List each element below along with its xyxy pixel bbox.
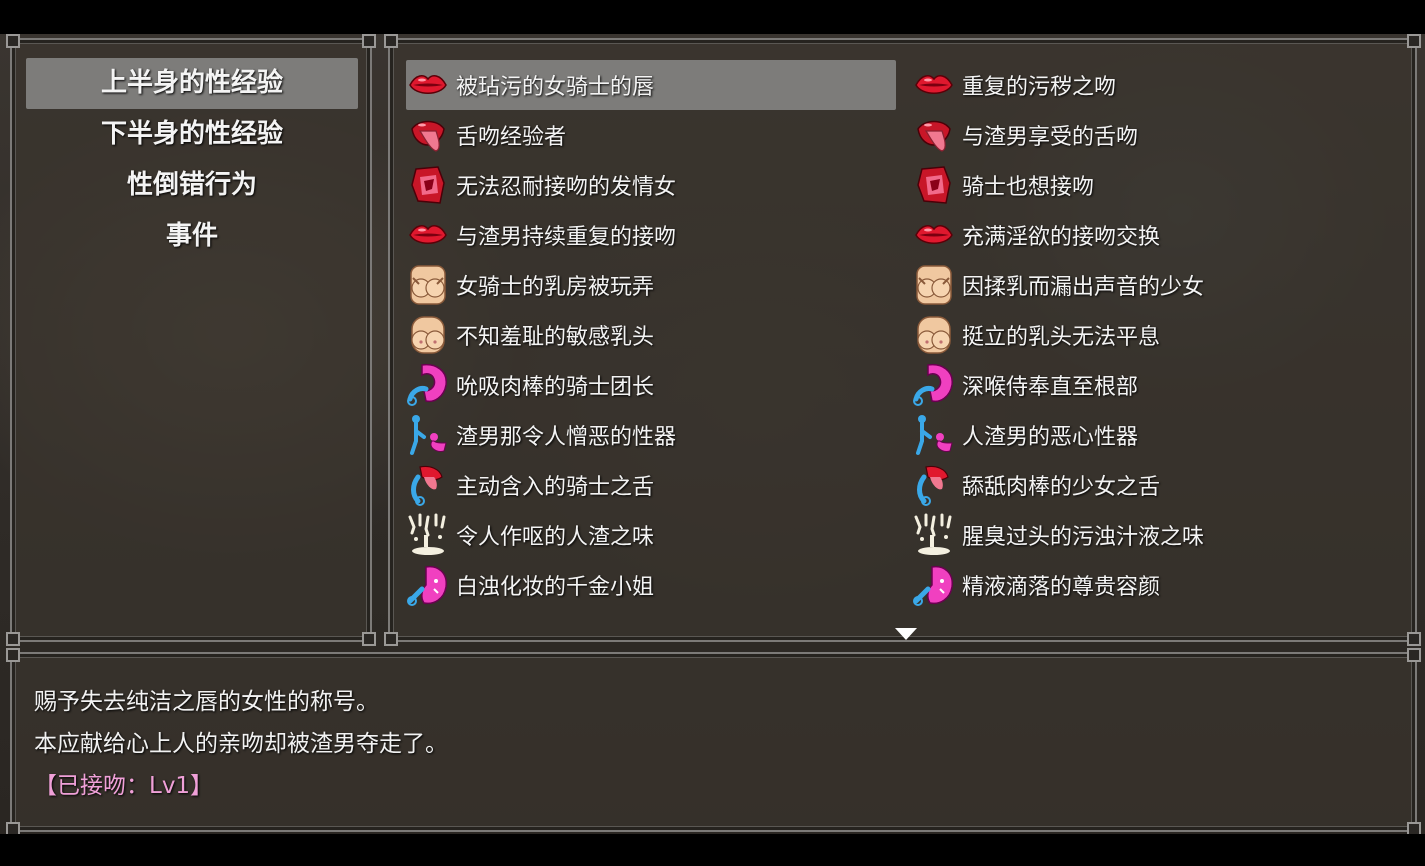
panel-corner — [6, 648, 20, 662]
face-pink-icon — [406, 563, 450, 607]
tongue-icon — [912, 113, 956, 157]
skill-item[interactable]: 腥臭过头的污浊汁液之味 — [912, 510, 1402, 560]
skill-item[interactable]: 舌吻经验者 — [406, 110, 896, 160]
skill-item[interactable]: 吮吸肉棒的骑士团长 — [406, 360, 896, 410]
skill-item[interactable]: 女骑士的乳房被玩弄 — [406, 260, 896, 310]
breast-hands-icon — [406, 263, 450, 307]
skill-label: 令人作呕的人渣之味 — [456, 525, 655, 550]
panel-corner — [1407, 648, 1421, 662]
description-line-1: 赐予失去纯洁之唇的女性的称号。 — [34, 689, 379, 715]
skill-item[interactable]: 重复的污秽之吻 — [912, 60, 1402, 110]
lips-icon — [912, 213, 956, 257]
kiss-mouth-icon — [912, 163, 956, 207]
scroll-down-arrow-icon[interactable] — [895, 628, 917, 640]
panel-corner — [6, 34, 20, 48]
skill-item[interactable]: 挺立的乳头无法平息 — [912, 310, 1402, 360]
panel-corner — [362, 34, 376, 48]
splash-icon — [406, 513, 450, 557]
category-panel: 上半身的性经验 下半身的性经验 性倒错行为 事件 — [6, 34, 376, 646]
skill-label: 重复的污秽之吻 — [962, 75, 1117, 100]
skill-label: 不知羞耻的敏感乳头 — [456, 325, 655, 350]
kiss-mouth-icon — [406, 163, 450, 207]
skill-item[interactable]: 令人作呕的人渣之味 — [406, 510, 896, 560]
category-list: 上半身的性经验 下半身的性经验 性倒错行为 事件 — [26, 58, 358, 262]
skill-label: 舌吻经验者 — [456, 125, 567, 150]
kneeling-figure-icon — [912, 413, 956, 457]
skill-label: 被玷污的女骑士的唇 — [456, 75, 655, 100]
skill-label: 吮吸肉棒的骑士团长 — [456, 375, 655, 400]
breast-hands-icon — [912, 263, 956, 307]
panel-corner — [362, 632, 376, 646]
tongue-icon — [406, 113, 450, 157]
skill-label: 精液滴落的尊贵容颜 — [962, 575, 1161, 600]
oral-pink-icon — [912, 363, 956, 407]
skill-item[interactable]: 主动含入的骑士之舌 — [406, 460, 896, 510]
skill-label: 舔舐肉棒的少女之舌 — [962, 475, 1161, 500]
skill-label: 人渣男的恶心性器 — [962, 425, 1139, 450]
skills-panel: 被玷污的女骑士的唇 重复的污秽之吻舌吻经验者 与渣男享受的舌吻无法忍耐接吻的发情女 骑… — [384, 34, 1421, 646]
panel-corner — [6, 632, 20, 646]
panel-corner — [384, 34, 398, 48]
skill-item[interactable]: 无法忍耐接吻的发情女 — [406, 160, 896, 210]
panel-corner — [384, 632, 398, 646]
splash-icon — [912, 513, 956, 557]
skill-item[interactable]: 精液滴落的尊贵容颜 — [912, 560, 1402, 610]
kneeling-figure-icon — [406, 413, 450, 457]
skill-item[interactable]: 深喉侍奉直至根部 — [912, 360, 1402, 410]
skill-label: 与渣男持续重复的接吻 — [456, 225, 677, 250]
skill-grid: 被玷污的女骑士的唇 重复的污秽之吻舌吻经验者 与渣男享受的舌吻无法忍耐接吻的发情女 骑… — [406, 60, 1406, 610]
skill-item[interactable]: 人渣男的恶心性器 — [912, 410, 1402, 460]
skill-item[interactable]: 因揉乳而漏出声音的少女 — [912, 260, 1402, 310]
tongue-blue-icon — [912, 463, 956, 507]
skill-item[interactable]: 不知羞耻的敏感乳头 — [406, 310, 896, 360]
category-item[interactable]: 上半身的性经验 — [26, 58, 358, 109]
skill-label: 与渣男享受的舌吻 — [962, 125, 1139, 150]
status-text: 【已接吻：Lv1】 — [34, 773, 214, 799]
skill-item[interactable]: 充满淫欲的接吻交换 — [912, 210, 1402, 260]
category-item[interactable]: 事件 — [26, 211, 358, 262]
lips-icon — [406, 63, 450, 107]
skill-label: 主动含入的骑士之舌 — [456, 475, 655, 500]
breast-icon — [912, 313, 956, 357]
skill-item[interactable]: 白浊化妆的千金小姐 — [406, 560, 896, 610]
panel-corner — [1407, 34, 1421, 48]
skill-label: 充满淫欲的接吻交换 — [962, 225, 1161, 250]
skill-label: 因揉乳而漏出声音的少女 — [962, 275, 1205, 300]
description-panel: 赐予失去纯洁之唇的女性的称号。 本应献给心上人的亲吻却被渣男夺走了。 【已接吻：… — [6, 648, 1421, 836]
skill-item[interactable]: 与渣男享受的舌吻 — [912, 110, 1402, 160]
letterbox-bottom — [0, 834, 1425, 866]
skill-label: 深喉侍奉直至根部 — [962, 375, 1139, 400]
skill-item[interactable]: 骑士也想接吻 — [912, 160, 1402, 210]
skill-label: 无法忍耐接吻的发情女 — [456, 175, 677, 200]
oral-pink-icon — [406, 363, 450, 407]
tongue-blue-icon — [406, 463, 450, 507]
description-line-2: 本应献给心上人的亲吻却被渣男夺走了。 — [34, 731, 448, 757]
category-item[interactable]: 下半身的性经验 — [26, 109, 358, 160]
skill-item[interactable]: 渣男那令人憎恶的性器 — [406, 410, 896, 460]
skill-label: 渣男那令人憎恶的性器 — [456, 425, 677, 450]
category-item[interactable]: 性倒错行为 — [26, 160, 358, 211]
skill-label: 骑士也想接吻 — [962, 175, 1095, 200]
skill-label: 腥臭过头的污浊汁液之味 — [962, 525, 1205, 550]
breast-icon — [406, 313, 450, 357]
skill-item[interactable]: 被玷污的女骑士的唇 — [406, 60, 896, 110]
skill-item[interactable]: 与渣男持续重复的接吻 — [406, 210, 896, 260]
skill-label: 女骑士的乳房被玩弄 — [456, 275, 655, 300]
face-pink-icon — [912, 563, 956, 607]
skill-item[interactable]: 舔舐肉棒的少女之舌 — [912, 460, 1402, 510]
skill-label: 白浊化妆的千金小姐 — [456, 575, 655, 600]
letterbox-top — [0, 0, 1425, 34]
skill-label: 挺立的乳头无法平息 — [962, 325, 1161, 350]
lips-icon — [406, 213, 450, 257]
panel-corner — [1407, 632, 1421, 646]
lips-icon — [912, 63, 956, 107]
